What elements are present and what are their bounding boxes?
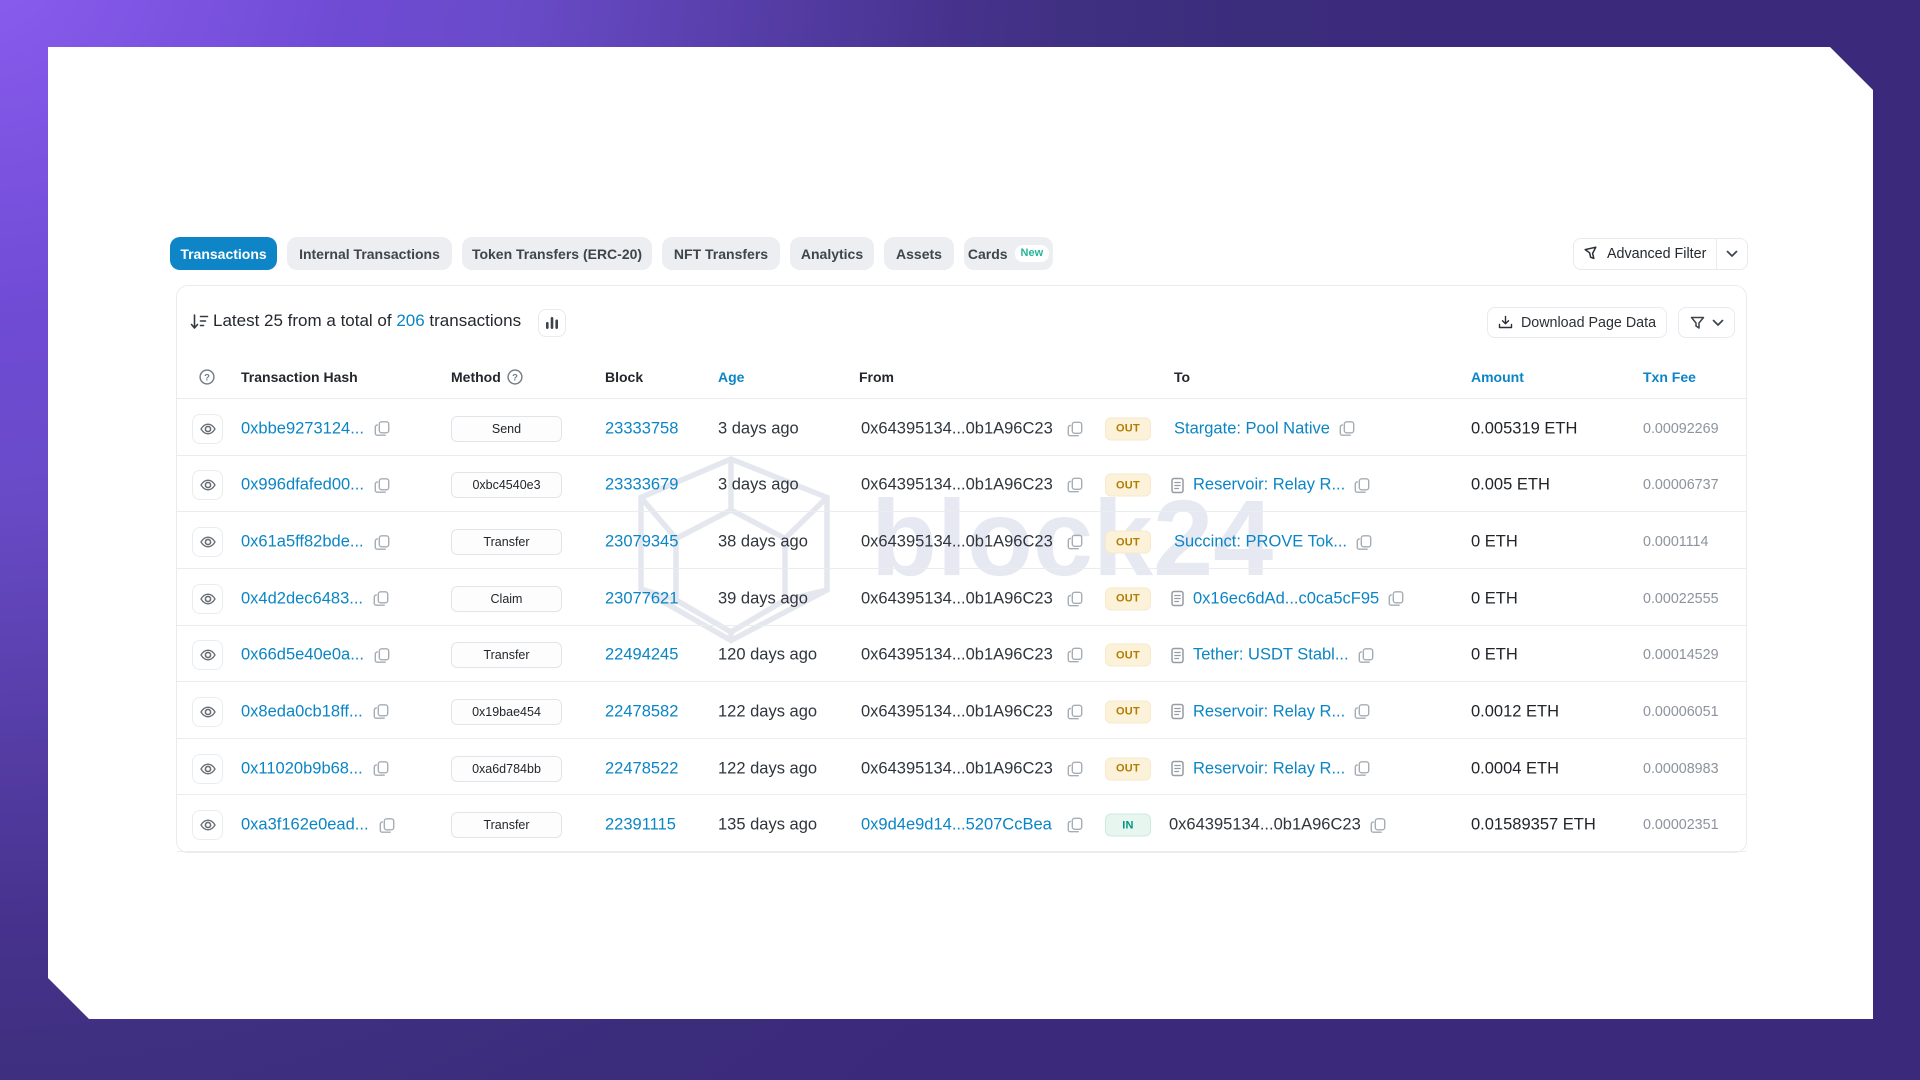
svg-text:?: ? [512, 372, 518, 383]
svg-text:?: ? [204, 372, 210, 383]
